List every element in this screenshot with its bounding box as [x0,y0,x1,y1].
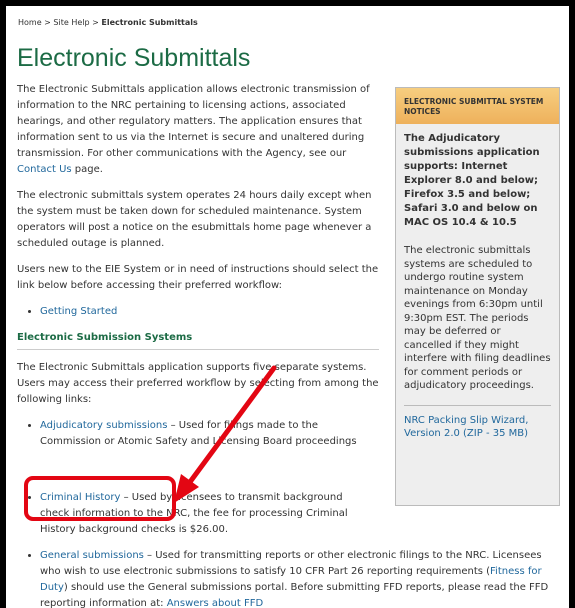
annotation-arrow-icon [174,365,277,503]
